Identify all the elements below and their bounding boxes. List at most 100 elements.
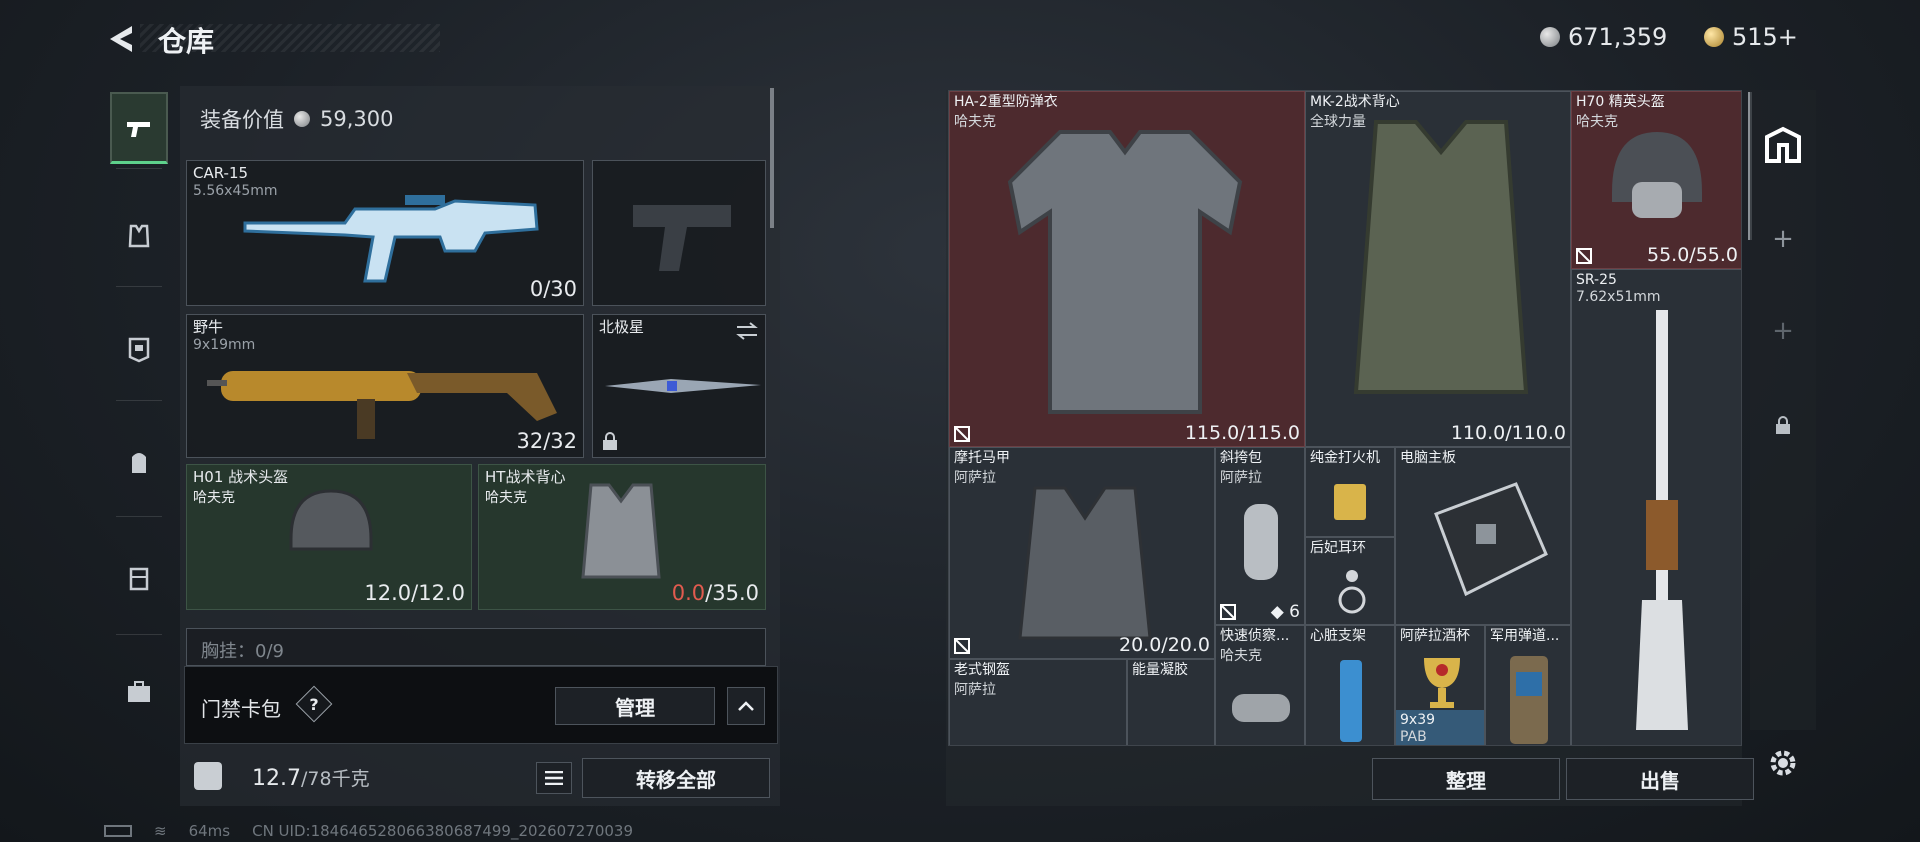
vest-item-icon (1353, 120, 1529, 394)
list-view-button[interactable] (536, 762, 572, 794)
item-name: H70 精英头盔 (1576, 94, 1665, 110)
lock-icon (1776, 416, 1790, 434)
weight-icon (194, 762, 222, 790)
item-brand: 阿萨拉 (1220, 470, 1262, 486)
melee-slot[interactable]: 北极星 (592, 314, 766, 458)
tab-armor[interactable] (110, 312, 168, 384)
back-arrow-icon[interactable] (104, 22, 138, 56)
swap-icon[interactable] (735, 321, 759, 341)
stash-item-body-armor[interactable]: HA-2重型防弹衣 哈夫克 115.0/115.0 (949, 91, 1305, 447)
equipment-value: 装备价值 59,300 (200, 104, 393, 134)
item-name: 军用弹道... (1490, 628, 1560, 644)
silver-amount: 671,359 (1568, 23, 1668, 51)
sort-button[interactable]: 整理 (1372, 758, 1560, 800)
pistol-icon (127, 121, 150, 137)
plus-icon: + (1772, 316, 1794, 346)
item-name: SR-25 (1576, 272, 1617, 288)
keycard-bag-bar: 门禁卡包 ? 管理 (184, 666, 778, 744)
vest-item-icon (581, 483, 661, 579)
list-icon (545, 771, 563, 785)
item-name: 阿萨拉酒杯 (1400, 628, 1470, 644)
category-tabs (110, 86, 168, 786)
item-name: MK-2战术背心 (1310, 94, 1400, 110)
tab-rig[interactable] (110, 542, 168, 614)
gold-currency[interactable]: 515+ (1704, 22, 1798, 52)
tab-case[interactable] (110, 656, 168, 728)
weight-text: 12.7/78千克 (252, 766, 370, 791)
item-name: 心脏支架 (1310, 628, 1366, 644)
stash-item-sr25[interactable]: SR-25 7.62x51mm (1571, 269, 1741, 745)
helmet-slot[interactable]: H01 战术头盔 哈夫克 12.0/12.0 (186, 464, 472, 610)
stash-item-elite-helmet[interactable]: H70 精英头盔 哈夫克 55.0/55.0 (1571, 91, 1741, 269)
item-count: ◆ 6 (1270, 602, 1300, 622)
item-name: 快速侦察... (1220, 628, 1290, 644)
item-brand: 阿萨拉 (954, 682, 996, 698)
collapse-button[interactable] (727, 687, 765, 725)
chest-rig-slot[interactable]: 胸挂：0/9 (186, 628, 766, 666)
stash-item-motherboard[interactable]: 电脑主板 (1395, 447, 1571, 625)
stash-item-quick-recon[interactable]: 快速侦察... 哈夫克 (1215, 625, 1305, 745)
stash-page-main[interactable] (1750, 100, 1816, 190)
add-page-button-disabled[interactable]: + (1750, 286, 1816, 376)
stash-item-energy-gel[interactable]: 能量凝胶 (1127, 659, 1215, 745)
item-brand: 哈夫克 (1220, 648, 1262, 664)
silver-coin-icon (294, 111, 310, 127)
ammo-count: 0/30 (529, 277, 577, 301)
silver-currency: 671,359 (1540, 22, 1667, 52)
item-brand: 阿萨拉 (954, 470, 996, 486)
tab-weapons[interactable] (110, 92, 168, 164)
pistol-silhouette-icon (633, 205, 731, 271)
wifi-icon: ≋ (154, 822, 167, 840)
item-name: 后妃耳环 (1310, 540, 1366, 556)
keybag-label: 门禁卡包 (201, 697, 281, 721)
stash-item-earring[interactable]: 后妃耳环 (1305, 537, 1395, 625)
durability: 12.0/12.0 (364, 581, 465, 605)
vest-slot[interactable]: HT战术背心 哈夫克 0.0/35.0 (478, 464, 766, 610)
item-name: 老式钢盔 (954, 662, 1010, 678)
item-durability: 115.0/115.0 (1184, 422, 1300, 444)
item-durability: 55.0/55.0 (1646, 244, 1738, 266)
loadout-scrollbar[interactable] (770, 88, 774, 228)
item-brand: PAB (1400, 729, 1427, 745)
vest-icon (128, 224, 150, 248)
equip-value-amount: 59,300 (320, 107, 394, 131)
settings-gear-icon[interactable] (1766, 746, 1800, 780)
manage-button[interactable]: 管理 (555, 687, 715, 725)
item-name: 纯金打火机 (1310, 450, 1380, 466)
device-icon (1510, 656, 1548, 744)
weapon2-slot[interactable]: 野牛 9x19mm 32/32 (186, 314, 584, 458)
secondary-weapon-slot[interactable] (592, 160, 766, 306)
smg-icon (207, 371, 557, 439)
case-icon (128, 681, 150, 702)
sell-button[interactable]: 出售 (1566, 758, 1754, 800)
tab-backpack[interactable] (110, 426, 168, 498)
item-name: 能量凝胶 (1132, 662, 1188, 678)
stash-item-old-helmet[interactable]: 老式钢盔 阿萨拉 (949, 659, 1127, 745)
stash-item-tactical-vest[interactable]: MK-2战术背心 全球力量 110.0/110.0 (1305, 91, 1571, 447)
bag-icon (1244, 504, 1278, 580)
stash-item-goblet[interactable]: 阿萨拉酒杯 9x39 PAB (1395, 625, 1485, 745)
lighter-icon (1334, 484, 1366, 520)
primary-weapon-slot[interactable]: CAR-15 5.56x45mm 0/30 (186, 160, 584, 306)
transfer-all-button[interactable]: 转移全部 (582, 758, 770, 798)
battery-icon (104, 825, 132, 837)
add-page-button[interactable]: + (1750, 194, 1816, 284)
stash-item-ballistic[interactable]: 军用弹道... (1485, 625, 1571, 745)
armor-icon (128, 337, 150, 363)
gold-amount: 515+ (1732, 23, 1798, 51)
rig-icon (129, 567, 149, 591)
tab-vest[interactable] (110, 200, 168, 272)
stash-item-heart-stent[interactable]: 心脏支架 (1305, 625, 1395, 745)
locked-page[interactable] (1750, 380, 1816, 470)
stash-sidebar: + + (1750, 90, 1816, 730)
vest-name: HT战术背心 (485, 468, 566, 486)
stash-item-gold-lighter[interactable]: 纯金打火机 (1305, 447, 1395, 537)
gold-coin-icon (1704, 27, 1724, 47)
no-repair-icon (954, 426, 970, 442)
stash-item-sling-bag[interactable]: 斜挎包 阿萨拉 ◆ 6 (1215, 447, 1305, 625)
stash-item-moto-vest[interactable]: 摩托马甲 阿萨拉 20.0/20.0 (949, 447, 1215, 659)
help-icon[interactable]: ? (295, 685, 333, 723)
durability: 0.0/35.0 (671, 581, 759, 605)
motherboard-icon (1434, 482, 1548, 597)
body-armor-icon (1007, 130, 1243, 414)
